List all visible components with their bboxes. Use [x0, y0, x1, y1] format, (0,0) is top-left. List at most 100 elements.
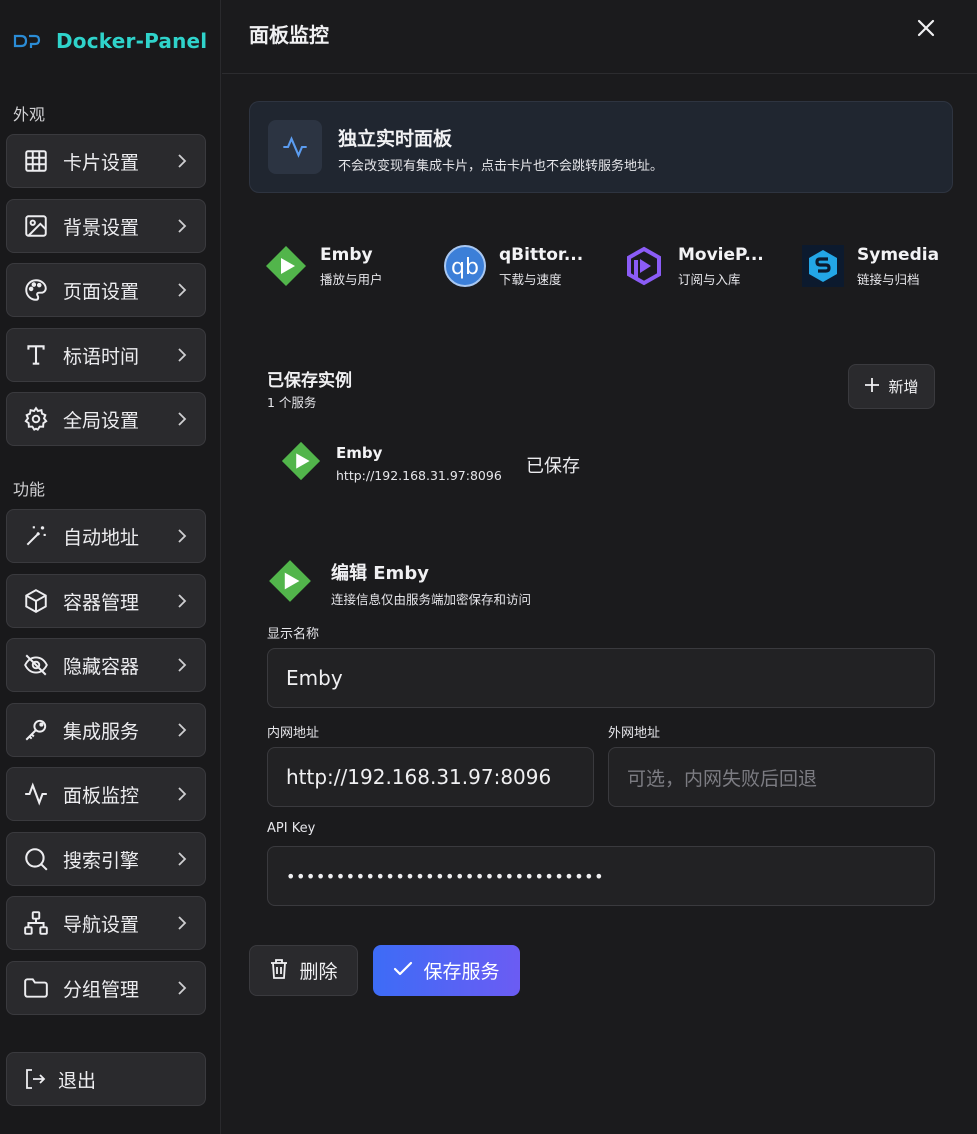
qbittorrent-logo-icon: qb — [443, 244, 487, 288]
sidebar-item-label: 标语时间 — [63, 345, 140, 368]
api-key-input[interactable]: •••••••••••••••••••••••••••••••• — [267, 846, 935, 906]
sidebar-item-label: 页面设置 — [63, 280, 140, 303]
sidebar-item-navigation-settings[interactable]: 导航设置 — [6, 896, 206, 950]
chevron-right-icon — [177, 411, 187, 426]
saved-instance-item[interactable]: Emby http://192.168.31.97:8096 — [280, 440, 502, 486]
saved-instances-title: 已保存实例 — [267, 371, 352, 391]
saved-instances-count: 1 个服务 — [267, 395, 317, 410]
logout-icon — [22, 1066, 48, 1092]
chevron-right-icon — [177, 593, 187, 608]
sidebar-item-page-settings[interactable]: 页面设置 — [6, 263, 206, 317]
sidebar-item-card-settings[interactable]: 卡片设置 — [6, 134, 206, 188]
sitemap-icon — [22, 909, 50, 937]
close-button[interactable] — [915, 19, 937, 41]
search-icon — [22, 845, 50, 873]
image-icon — [22, 212, 50, 240]
logout-button[interactable]: 退出 — [6, 1052, 206, 1106]
service-name: Symedia — [857, 244, 940, 265]
chevron-right-icon — [177, 851, 187, 866]
chevron-right-icon — [177, 657, 187, 672]
sidebar-item-label: 分组管理 — [63, 978, 140, 1001]
service-subtitle: 播放与用户 — [320, 271, 383, 287]
service-type-moviepilot[interactable]: MovieP... 订阅与入库 — [622, 243, 764, 289]
brand[interactable]: Docker-Panel — [12, 26, 207, 56]
emby-logo-icon — [280, 440, 322, 486]
sidebar-item-label: 容器管理 — [63, 591, 140, 614]
add-button-label: 新增 — [888, 378, 919, 396]
sidebar-item-group-management[interactable]: 分组管理 — [6, 961, 206, 1015]
header: 面板监控 — [222, 0, 977, 74]
close-icon — [917, 19, 935, 41]
save-service-button-label: 保存服务 — [423, 961, 500, 983]
chevron-right-icon — [177, 786, 187, 801]
sidebar-item-label: 隐藏容器 — [63, 655, 140, 678]
sidebar-item-panel-monitor[interactable]: 面板监控 — [6, 767, 206, 821]
edit-title: 编辑 Emby — [331, 562, 429, 584]
emby-logo-icon — [264, 244, 308, 288]
sidebar-item-hidden-containers[interactable]: 隐藏容器 — [6, 638, 206, 692]
section-features: 功能 — [13, 480, 46, 499]
trash-icon — [269, 958, 289, 984]
svg-text:qb: qb — [451, 255, 479, 280]
moviepilot-logo-icon — [622, 244, 666, 288]
logout-label: 退出 — [58, 1069, 97, 1092]
service-name: Emby — [320, 244, 373, 265]
service-subtitle: 订阅与入库 — [678, 271, 741, 287]
service-subtitle: 下载与速度 — [499, 271, 562, 287]
save-service-button[interactable]: 保存服务 — [373, 945, 520, 996]
service-type-qbittorrent[interactable]: qb qBittor... 下载与速度 — [443, 243, 583, 289]
delete-button-label: 删除 — [299, 961, 338, 983]
magic-wand-icon — [22, 522, 50, 550]
emby-logo-icon — [267, 558, 313, 608]
dp-logo-icon — [12, 31, 42, 51]
saved-instance-url: http://192.168.31.97:8096 — [336, 467, 502, 483]
eye-off-icon — [22, 651, 50, 679]
display-name-input[interactable]: Emby — [267, 648, 935, 708]
sidebar-item-label: 集成服务 — [63, 720, 140, 743]
saved-instance-name: Emby — [336, 443, 383, 462]
saved-status: 已保存 — [526, 456, 580, 477]
lan-address-input[interactable]: http://192.168.31.97:8096 — [267, 747, 594, 807]
edit-subtitle: 连接信息仅由服务端加密保存和访问 — [331, 591, 532, 607]
sidebar-item-search-engine[interactable]: 搜索引擎 — [6, 832, 206, 886]
sidebar-item-global-settings[interactable]: 全局设置 — [6, 392, 206, 446]
service-name: MovieP... — [678, 244, 764, 265]
brand-name: Docker-Panel — [56, 29, 208, 53]
sidebar-item-label: 自动地址 — [63, 526, 140, 549]
service-type-symedia[interactable]: Symedia 链接与归档 — [801, 243, 939, 289]
activity-icon — [22, 780, 50, 808]
info-card: 独立实时面板 不会改变现有集成卡片，点击卡片也不会跳转服务地址。 — [249, 101, 953, 193]
service-type-emby[interactable]: Emby 播放与用户 — [264, 243, 383, 289]
sidebar-item-label: 导航设置 — [63, 913, 140, 936]
sidebar-item-label: 搜索引擎 — [63, 849, 140, 872]
display-name-label: 显示名称 — [267, 627, 320, 642]
sidebar-item-label: 面板监控 — [63, 784, 140, 807]
service-subtitle: 链接与归档 — [857, 271, 920, 287]
sidebar-item-background-settings[interactable]: 背景设置 — [6, 199, 206, 253]
sidebar-item-label: 背景设置 — [63, 216, 140, 239]
palette-icon — [22, 276, 50, 304]
service-name: qBittor... — [499, 244, 584, 265]
api-key-label: API Key — [267, 821, 316, 836]
info-description: 不会改变现有集成卡片，点击卡片也不会跳转服务地址。 — [338, 159, 664, 174]
wan-address-input[interactable]: 可选，内网失败后回退 — [608, 747, 935, 807]
plus-icon — [864, 377, 880, 397]
sidebar-item-container-management[interactable]: 容器管理 — [6, 574, 206, 628]
grid-icon — [22, 147, 50, 175]
chevron-right-icon — [177, 282, 187, 297]
key-icon — [22, 716, 50, 744]
symedia-logo-icon — [801, 244, 845, 288]
sidebar-item-auto-address[interactable]: 自动地址 — [6, 509, 206, 563]
type-icon — [22, 341, 50, 369]
add-button[interactable]: 新增 — [848, 364, 935, 409]
lan-address-label: 内网地址 — [267, 726, 320, 741]
page-title: 面板监控 — [249, 23, 329, 47]
delete-button[interactable]: 删除 — [249, 945, 358, 996]
section-appearance: 外观 — [13, 105, 46, 124]
chevron-right-icon — [177, 722, 187, 737]
sidebar-item-label: 全局设置 — [63, 409, 140, 432]
sidebar-item-slogan-time[interactable]: 标语时间 — [6, 328, 206, 382]
chevron-right-icon — [177, 218, 187, 233]
sidebar: Docker-Panel 外观 卡片设置 背景设置 页面设置 标语时间 全局设置… — [0, 0, 221, 1134]
sidebar-item-integrated-services[interactable]: 集成服务 — [6, 703, 206, 757]
